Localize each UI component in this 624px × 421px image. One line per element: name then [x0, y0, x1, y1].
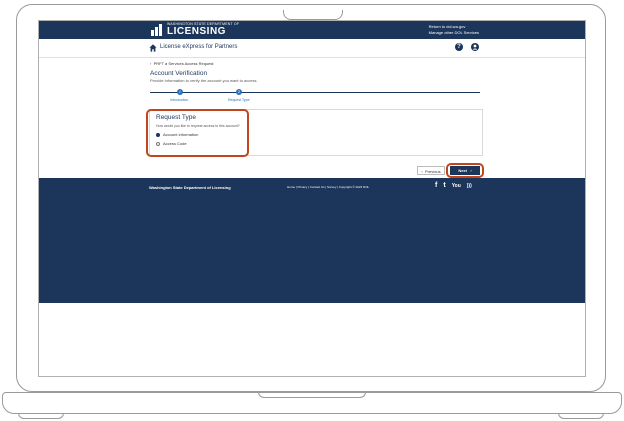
twitter-icon[interactable]: t [443, 182, 445, 190]
facebook-icon[interactable]: f [435, 182, 437, 190]
top-links: Return to dol.wa.gov Manage other DOL Se… [429, 24, 479, 36]
progress-stepper: ✓ Introduction 2 Request Type [150, 87, 480, 103]
page-description: Provide information to verify the accoun… [150, 78, 258, 83]
laptop-camera-notch [283, 10, 343, 20]
previous-button[interactable]: ‹ Previous [417, 166, 445, 175]
previous-arrow-icon: ‹ [421, 169, 423, 174]
manage-services-link[interactable]: Manage other DOL Services [429, 30, 479, 36]
breadcrumb[interactable]: ‹ PRFT a Services Access Request [150, 61, 214, 66]
help-icon[interactable]: ? [455, 43, 463, 51]
footer-org-name: Washington State Department of Licensing [149, 185, 231, 190]
footer-links[interactable]: Home | Privacy | Contact Us | Survey | C… [287, 185, 369, 189]
social-links: f t You ))) [435, 182, 472, 190]
request-type-highlight [146, 109, 249, 157]
youtube-icon[interactable]: You [452, 182, 461, 190]
previous-label: Previous [425, 169, 441, 174]
dol-logo[interactable]: WASHINGTON STATE DEPARTMENT OF LICENSING [151, 23, 239, 37]
dol-logo-icon [151, 24, 163, 36]
app-subheader: License eXpress for Partners ? [39, 39, 585, 58]
home-icon[interactable] [149, 44, 157, 52]
laptop-foot-left [18, 413, 64, 419]
step-introduction-check-icon: ✓ [177, 89, 183, 95]
user-silhouette-icon [472, 44, 478, 50]
breadcrumb-text: PRFT a Services Access Request [153, 61, 214, 66]
laptop-screen: WASHINGTON STATE DEPARTMENT OF LICENSING… [38, 20, 586, 377]
step-label-introduction: Introduction [170, 98, 189, 102]
next-button-highlight [446, 163, 484, 178]
user-account-icon[interactable] [471, 43, 479, 51]
logo-big-text: LICENSING [167, 25, 226, 37]
app-title[interactable]: License eXpress for Partners [160, 44, 237, 50]
page-title: Account Verification [150, 70, 208, 77]
laptop-base-groove [258, 392, 366, 398]
step-label-request-type: Request Type [228, 98, 250, 102]
rss-icon[interactable]: ))) [467, 182, 472, 190]
laptop-foot-right [558, 413, 604, 419]
site-footer: Washington State Department of Licensing… [39, 178, 585, 303]
top-header-bar: WASHINGTON STATE DEPARTMENT OF LICENSING… [39, 21, 585, 39]
stepper-line [150, 92, 480, 93]
step-request-type-dot: 2 [236, 89, 242, 95]
